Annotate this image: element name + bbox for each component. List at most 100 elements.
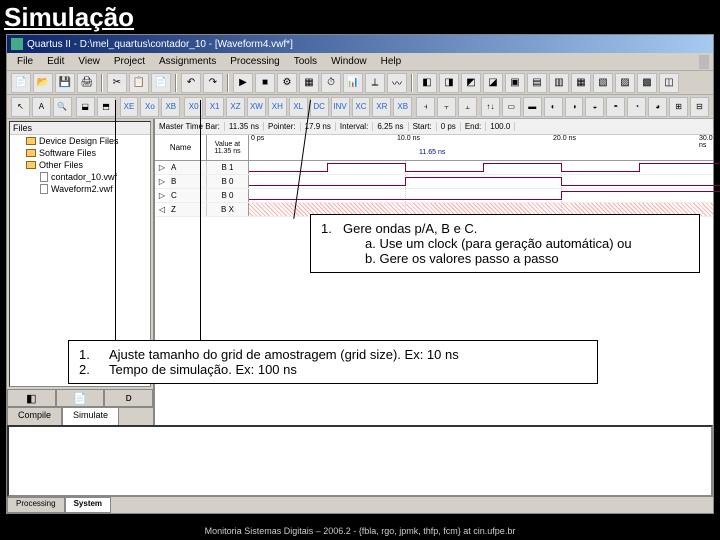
signal-row[interactable]: ▷ B B 0 bbox=[155, 175, 713, 189]
messages-panel[interactable] bbox=[7, 425, 713, 497]
wave-tool-button[interactable]: ▭ bbox=[502, 97, 521, 117]
compile-tab[interactable]: Compile bbox=[7, 407, 62, 425]
pointer-label: Pointer: bbox=[264, 122, 301, 131]
new-button[interactable]: 📄 bbox=[11, 73, 31, 93]
wave-tool-button[interactable]: ▬ bbox=[523, 97, 542, 117]
sort-button[interactable]: ↑↓ bbox=[481, 97, 500, 117]
wave-tool-button[interactable]: ◒ bbox=[585, 97, 604, 117]
wave-ruler: Name Value at11.35 ns 0 ps 10.0 ns 20.0 … bbox=[155, 135, 713, 161]
tool-button[interactable]: ◪ bbox=[483, 73, 503, 93]
marker-button[interactable]: ⬒ bbox=[97, 97, 116, 117]
time-ticks[interactable]: 0 ps 10.0 ns 20.0 ns 30.0 ns 11.65 ns bbox=[249, 135, 713, 160]
compile-button[interactable]: ▶ bbox=[233, 73, 253, 93]
signal-wave[interactable] bbox=[249, 161, 713, 174]
signal-wave[interactable] bbox=[249, 189, 713, 202]
xl-button[interactable]: XL bbox=[289, 97, 308, 117]
align-button[interactable]: ⫠ bbox=[458, 97, 477, 117]
open-button[interactable]: 📂 bbox=[33, 73, 53, 93]
tool-button[interactable]: ▣ bbox=[505, 73, 525, 93]
wave-button[interactable]: 〰 bbox=[387, 73, 407, 93]
xb-button[interactable]: XB bbox=[161, 97, 180, 117]
pointer-button[interactable]: ↖ bbox=[11, 97, 30, 117]
stop-button[interactable]: ■ bbox=[255, 73, 275, 93]
side-tab-hierarchy[interactable]: ◧ bbox=[7, 389, 56, 407]
menu-overflow-icon[interactable] bbox=[699, 55, 709, 69]
tool-button[interactable]: ▤ bbox=[527, 73, 547, 93]
settings-button[interactable]: ⚙ bbox=[277, 73, 297, 93]
side-tab-files[interactable]: 📄 bbox=[56, 389, 105, 407]
align-button[interactable]: ⫞ bbox=[416, 97, 435, 117]
tree-group[interactable]: Software Files bbox=[10, 147, 150, 159]
redo-button[interactable]: ↷ bbox=[203, 73, 223, 93]
menu-processing[interactable]: Processing bbox=[224, 54, 285, 69]
tool-button[interactable]: ▥ bbox=[549, 73, 569, 93]
wave-tool-button[interactable]: ◓ bbox=[606, 97, 625, 117]
xz-button[interactable]: XZ bbox=[226, 97, 245, 117]
xb2-button[interactable]: XB bbox=[393, 97, 412, 117]
slide-title: Simulação bbox=[0, 0, 720, 35]
marker-button[interactable]: ⬓ bbox=[76, 97, 95, 117]
timing-button[interactable]: ⏱ bbox=[321, 73, 341, 93]
xw-button[interactable]: XW bbox=[247, 97, 266, 117]
tool-button[interactable]: ◧ bbox=[417, 73, 437, 93]
menu-assignments[interactable]: Assignments bbox=[153, 54, 222, 69]
annotation-arrow bbox=[200, 100, 201, 345]
toolbar-sep bbox=[101, 74, 103, 92]
xinv-button[interactable]: INV bbox=[331, 97, 350, 117]
xc-button[interactable]: XC bbox=[352, 97, 371, 117]
xr-button[interactable]: XR bbox=[372, 97, 391, 117]
simulate-tab[interactable]: Simulate bbox=[62, 407, 119, 425]
menu-tools[interactable]: Tools bbox=[288, 54, 323, 69]
wave-tool-button[interactable]: ⊟ bbox=[690, 97, 709, 117]
wave-tool-button[interactable]: ◔ bbox=[627, 97, 646, 117]
align-button[interactable]: ⫟ bbox=[437, 97, 456, 117]
menu-help[interactable]: Help bbox=[375, 54, 408, 69]
time-cursor[interactable]: 11.65 ns bbox=[419, 149, 445, 156]
wave-tool-button[interactable]: ⊞ bbox=[669, 97, 688, 117]
wave-tool-button[interactable]: ◕ bbox=[648, 97, 667, 117]
tool-button[interactable]: ▧ bbox=[593, 73, 613, 93]
wave-tool-button[interactable]: ◐ bbox=[544, 97, 563, 117]
end-label: End: bbox=[461, 122, 486, 131]
processing-tab[interactable]: Processing bbox=[7, 497, 65, 513]
undo-button[interactable]: ↶ bbox=[181, 73, 201, 93]
tool-button[interactable]: ◩ bbox=[461, 73, 481, 93]
titlebar: Quartus II - D:\mel_quartus\contador_10 … bbox=[7, 35, 713, 53]
tool-button[interactable]: ▨ bbox=[615, 73, 635, 93]
signal-value: B 0 bbox=[207, 189, 249, 202]
tree-file[interactable]: Waveform2.vwf bbox=[10, 183, 150, 195]
tool-button[interactable]: ▦ bbox=[571, 73, 591, 93]
cut-button[interactable]: ✂ bbox=[107, 73, 127, 93]
side-tab-design[interactable]: ᴅ bbox=[104, 389, 153, 407]
menu-project[interactable]: Project bbox=[108, 54, 151, 69]
xo-button[interactable]: Xo bbox=[140, 97, 159, 117]
menu-edit[interactable]: Edit bbox=[41, 54, 70, 69]
menu-window[interactable]: Window bbox=[325, 54, 373, 69]
chip-button[interactable]: ▦ bbox=[299, 73, 319, 93]
text-button[interactable]: A bbox=[32, 97, 51, 117]
tree-group[interactable]: Device Design Files bbox=[10, 135, 150, 147]
system-tab[interactable]: System bbox=[65, 497, 111, 513]
report-button[interactable]: 📊 bbox=[343, 73, 363, 93]
tool-button[interactable]: ▩ bbox=[637, 73, 657, 93]
xh-button[interactable]: XH bbox=[268, 97, 287, 117]
paste-button[interactable]: 📄 bbox=[151, 73, 171, 93]
xe-button[interactable]: XE bbox=[120, 97, 139, 117]
print-button[interactable]: 🖨 bbox=[77, 73, 97, 93]
zoom-button[interactable]: 🔍 bbox=[53, 97, 72, 117]
tool-button[interactable]: ◨ bbox=[439, 73, 459, 93]
xdc-button[interactable]: DC bbox=[310, 97, 329, 117]
wave-tool-button[interactable]: ◑ bbox=[565, 97, 584, 117]
copy-button[interactable]: 📋 bbox=[129, 73, 149, 93]
tree-group[interactable]: Other Files bbox=[10, 159, 150, 171]
tool-button[interactable]: ◫ bbox=[659, 73, 679, 93]
save-button[interactable]: 💾 bbox=[55, 73, 75, 93]
tree-file[interactable]: contador_10.vwf bbox=[10, 171, 150, 183]
menu-file[interactable]: File bbox=[11, 54, 39, 69]
signal-wave[interactable] bbox=[249, 175, 713, 188]
pins-button[interactable]: ⟂ bbox=[365, 73, 385, 93]
signal-row[interactable]: ▷ C B 0 bbox=[155, 189, 713, 203]
signal-row[interactable]: ▷ A B 1 bbox=[155, 161, 713, 175]
x1-button[interactable]: X1 bbox=[205, 97, 224, 117]
menu-view[interactable]: View bbox=[72, 54, 106, 69]
